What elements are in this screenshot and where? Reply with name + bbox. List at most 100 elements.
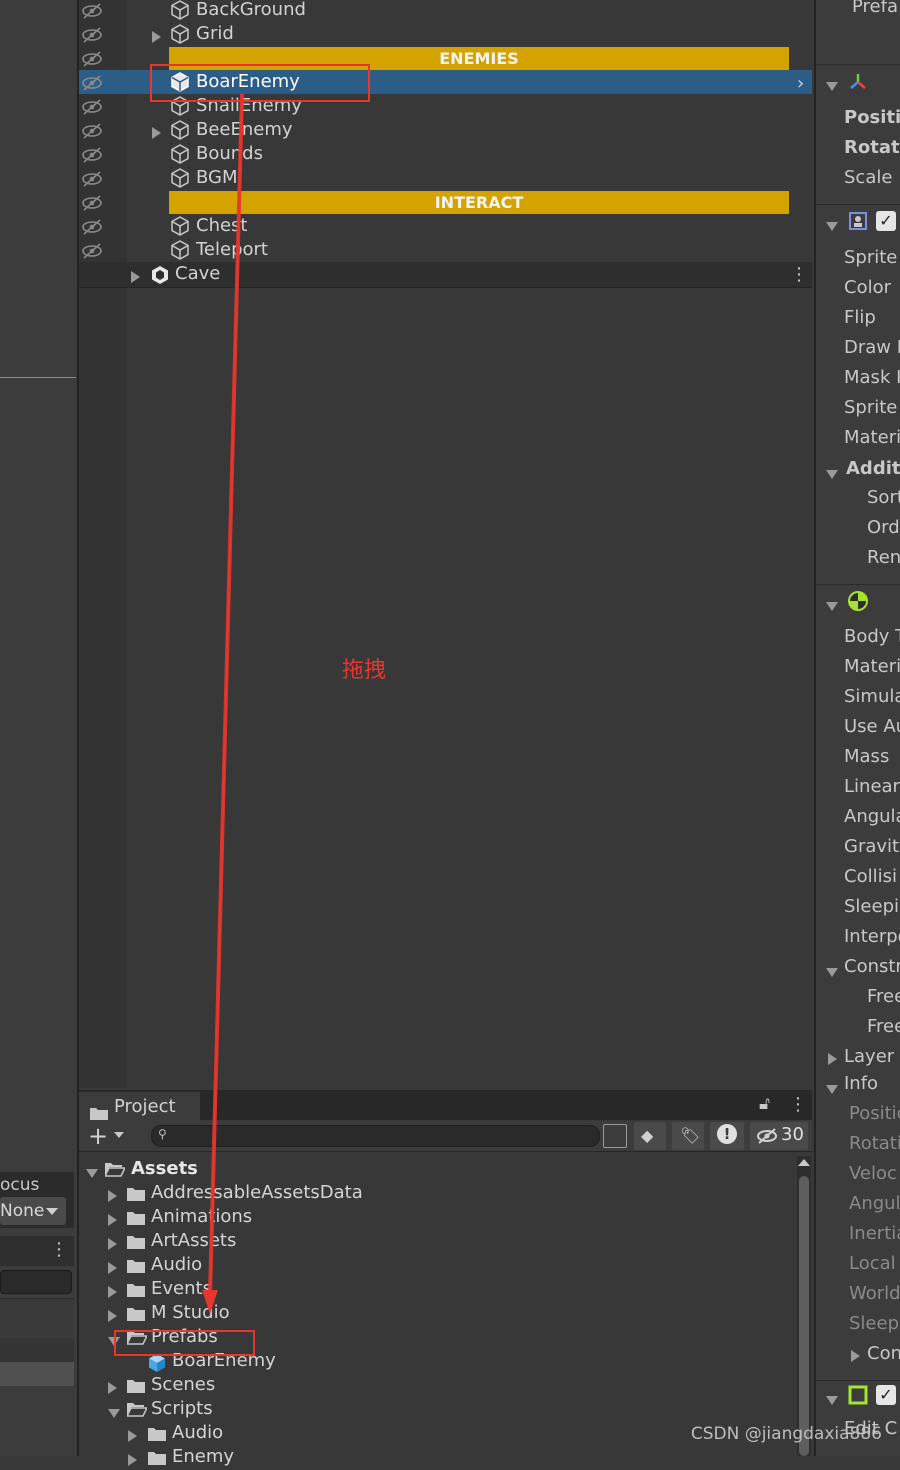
folder-scripts[interactable]: Scripts [151, 1397, 213, 1421]
none-dropdown[interactable]: None [0, 1197, 66, 1225]
visibility-toggle-icon[interactable] [81, 3, 102, 19]
folder-scripts-enemy[interactable]: Enemy [172, 1445, 234, 1469]
expand-arrow-icon[interactable] [128, 1427, 137, 1446]
watermark: CSDN @jiangdaxia886 [690, 1424, 882, 1444]
collapse-arrow-icon[interactable] [826, 76, 838, 95]
scene-menu-icon[interactable]: ⋮ [790, 264, 808, 285]
visibility-toggle-icon[interactable] [81, 147, 102, 163]
expand-arrow-icon[interactable] [108, 1187, 117, 1206]
log-button[interactable]: ! [710, 1122, 744, 1150]
collapse-arrow-icon[interactable] [86, 1163, 98, 1182]
rigidbody-field-label: Linear [844, 776, 900, 797]
collapse-arrow-icon[interactable] [826, 216, 838, 235]
header-interact[interactable]: INTERACT [169, 191, 789, 214]
hierarchy-item-beeenemy[interactable]: BeeEnemy [196, 118, 293, 142]
folder-icon [127, 1234, 145, 1253]
collapse-arrow-icon[interactable] [108, 1403, 120, 1422]
hidden-eye-icon [756, 1128, 778, 1148]
layer-overrides-label: Layer [844, 1046, 895, 1067]
folder-icon [127, 1186, 145, 1205]
folder-addressableassetsdata[interactable]: AddressableAssetsData [151, 1181, 363, 1205]
expand-arrow-icon[interactable] [108, 1211, 117, 1230]
constraint-freeze-position: Free [867, 986, 900, 1007]
visibility-toggle-icon[interactable] [81, 27, 102, 43]
rigidbody-field-label: Body T [844, 626, 900, 647]
expand-arrow-icon[interactable] [108, 1379, 117, 1398]
hierarchy-item-chest[interactable]: Chest [196, 214, 248, 238]
visibility-toggle-icon[interactable] [81, 195, 102, 211]
lock-icon[interactable]: 🔓︎ [759, 1094, 770, 1114]
more-menu-icon[interactable]: ⋮ [50, 1239, 68, 1260]
chevron-down-icon[interactable] [114, 1132, 124, 1138]
expand-arrow-icon[interactable] [828, 1050, 837, 1069]
expand-arrow-icon[interactable] [108, 1307, 117, 1326]
warning-icon: ! [717, 1124, 737, 1144]
folder-audio[interactable]: Audio [151, 1253, 202, 1277]
expand-arrow-icon[interactable] [108, 1235, 117, 1254]
hierarchy-item-teleport[interactable]: Teleport [196, 238, 268, 262]
gameobject-cube-icon [170, 0, 190, 20]
expand-arrow-icon[interactable] [152, 124, 161, 143]
box-collider-icon [848, 1385, 868, 1409]
filter-type-button[interactable]: ◆ [634, 1122, 666, 1150]
sprite-renderer-field-label: Flip [844, 307, 876, 328]
visibility-toggle-icon[interactable] [81, 219, 102, 235]
folder-events[interactable]: Events [151, 1277, 212, 1301]
hierarchy-item-background[interactable]: BackGround [196, 0, 306, 22]
visibility-toggle-icon[interactable] [81, 171, 102, 187]
left-row [0, 1338, 74, 1362]
filter-label-button[interactable]: 🏷︎ [672, 1122, 704, 1150]
collider-enabled-checkbox[interactable]: ✓ [876, 1385, 896, 1405]
gameobject-cube-icon [170, 240, 190, 260]
hierarchy-item-grid[interactable]: Grid [196, 22, 234, 46]
highlight-box-boarenemy [150, 64, 370, 102]
visibility-toggle-icon[interactable] [81, 75, 102, 91]
search-scope-icon[interactable] [603, 1124, 627, 1148]
additional-settings-field-label: Sort [867, 487, 900, 508]
expand-arrow-icon[interactable] [108, 1283, 117, 1302]
tab-project[interactable]: Project [79, 1092, 200, 1122]
collapse-arrow-icon[interactable] [826, 1079, 838, 1098]
shapes-icon: ◆ [641, 1126, 654, 1145]
expand-arrow-icon[interactable] [131, 268, 140, 287]
folder-scripts-audio[interactable]: Audio [172, 1421, 223, 1445]
drag-annotation-label: 拖拽 [342, 658, 387, 683]
expand-arrow-icon[interactable] [851, 1347, 860, 1366]
visibility-toggle-icon[interactable] [81, 51, 102, 67]
transform-icon [848, 72, 868, 96]
add-icon[interactable]: + [88, 1122, 108, 1150]
collapse-arrow-icon[interactable] [826, 962, 838, 981]
project-menu-icon[interactable]: ⋮ [789, 1094, 807, 1115]
expand-arrow-icon[interactable] [128, 1451, 137, 1470]
sprite-renderer-field-label: Draw M [844, 337, 900, 358]
folder-artassets[interactable]: ArtAssets [151, 1229, 236, 1253]
folder-animations[interactable]: Animations [151, 1205, 252, 1229]
rigidbody-icon [848, 591, 868, 615]
visibility-toggle-icon[interactable] [81, 243, 102, 259]
collapse-arrow-icon[interactable] [826, 464, 838, 483]
hidden-packages-button[interactable]: 30 [750, 1122, 808, 1150]
visibility-toggle-icon[interactable] [81, 99, 102, 115]
left-field[interactable] [0, 1270, 72, 1294]
hierarchy-item-bgm[interactable]: BGM [196, 166, 238, 190]
scroll-up-icon[interactable] [798, 1159, 810, 1166]
folder-icon [127, 1210, 145, 1229]
expand-arrow-icon[interactable] [108, 1259, 117, 1278]
hierarchy-item-bounds[interactable]: Bounds [196, 142, 263, 166]
section-divider [816, 64, 900, 65]
search-input[interactable]: ⚲ [151, 1125, 600, 1147]
sprite-renderer-icon [848, 211, 868, 235]
sprite-renderer-enabled-checkbox[interactable]: ✓ [876, 211, 896, 231]
expand-arrow-icon[interactable] [152, 28, 161, 47]
visibility-toggle-icon[interactable] [81, 123, 102, 139]
sprite-renderer-field-label: Sprite [844, 247, 898, 268]
folder-m-studio[interactable]: M Studio [151, 1301, 230, 1325]
scrollbar-thumb[interactable] [799, 1176, 809, 1456]
collapse-arrow-icon[interactable] [826, 596, 838, 615]
gameobject-cube-icon [170, 24, 190, 44]
info-field-label: Angul [849, 1193, 900, 1214]
folder-scenes[interactable]: Scenes [151, 1373, 215, 1397]
info-field-label: Veloc [849, 1163, 897, 1184]
collapse-arrow-icon[interactable] [826, 1390, 838, 1409]
folder-assets[interactable]: Assets [131, 1157, 198, 1181]
